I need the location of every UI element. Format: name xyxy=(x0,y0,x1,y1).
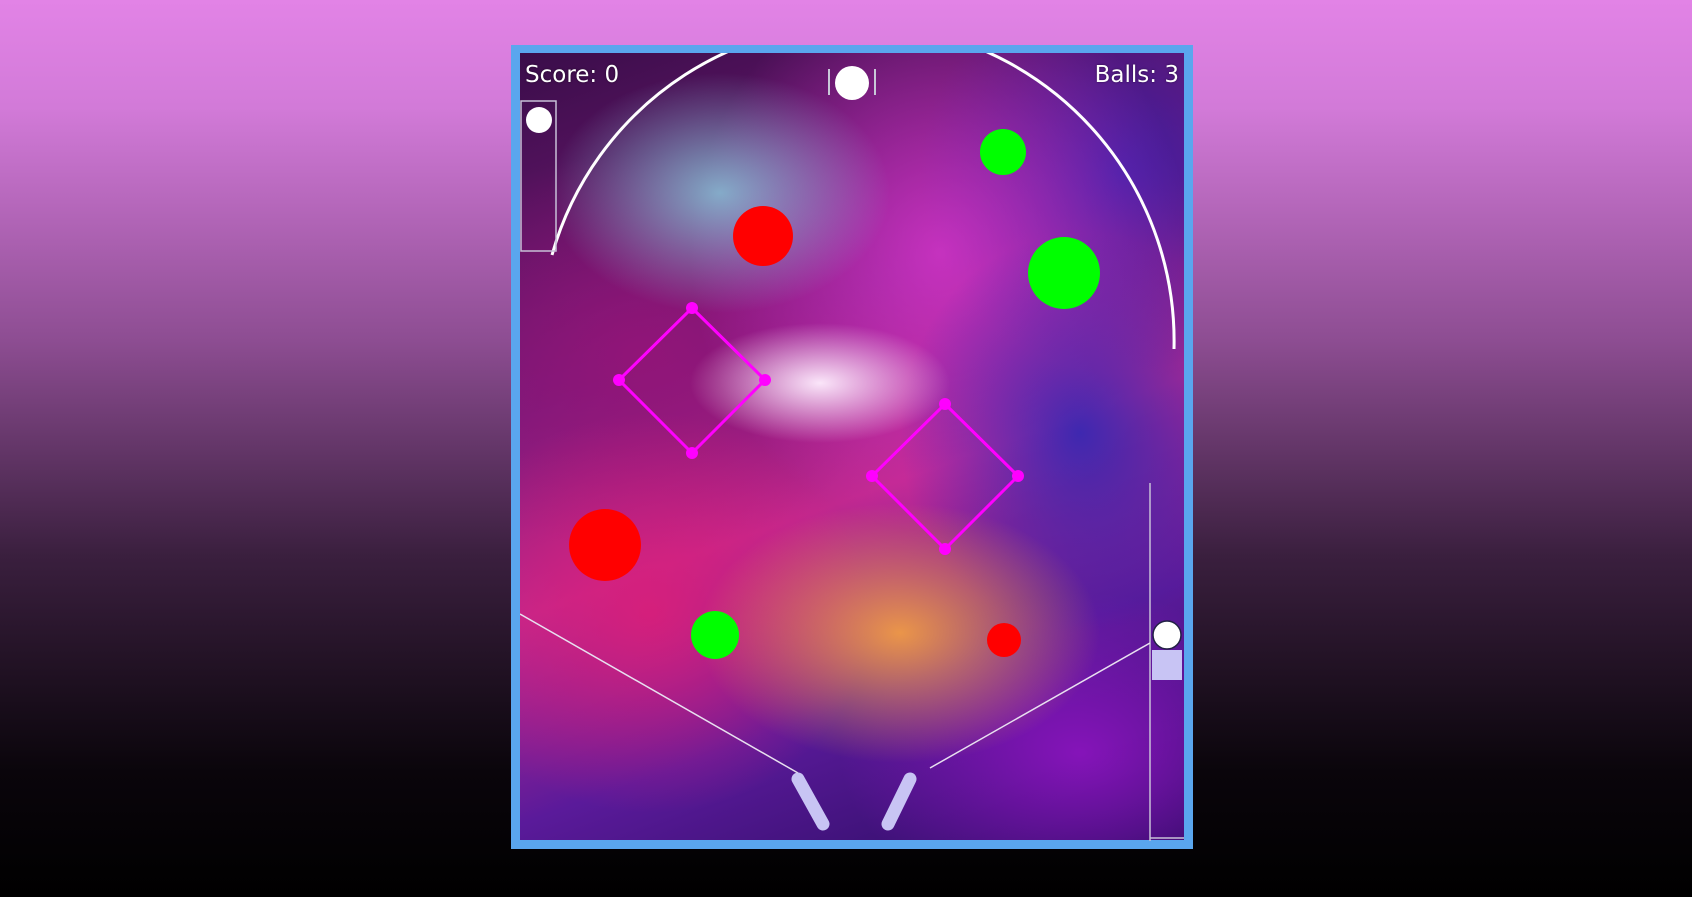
red-bumper xyxy=(569,509,641,581)
red-bumper xyxy=(733,206,793,266)
balls-remaining-display: Balls: 3 xyxy=(1094,62,1179,88)
plunger[interactable] xyxy=(1152,650,1182,680)
score-display: Score: 0 xyxy=(525,62,620,88)
green-bumper xyxy=(691,611,739,659)
ball xyxy=(835,66,869,100)
diamond-target-right xyxy=(866,398,1024,555)
right-guide-rail xyxy=(929,642,1151,769)
playfield[interactable] xyxy=(520,53,1184,841)
pinball-game-frame: Score: 0 Balls: 3 xyxy=(511,45,1193,849)
ball xyxy=(526,107,552,133)
green-bumper xyxy=(1028,237,1100,309)
red-bumper xyxy=(987,623,1021,657)
left-flipper[interactable] xyxy=(791,772,830,831)
green-bumper xyxy=(980,129,1026,175)
left-guide-rail xyxy=(520,613,799,774)
right-flipper[interactable] xyxy=(881,772,917,831)
diamond-target-left xyxy=(613,302,771,459)
ball-in-plunger xyxy=(1152,620,1182,650)
